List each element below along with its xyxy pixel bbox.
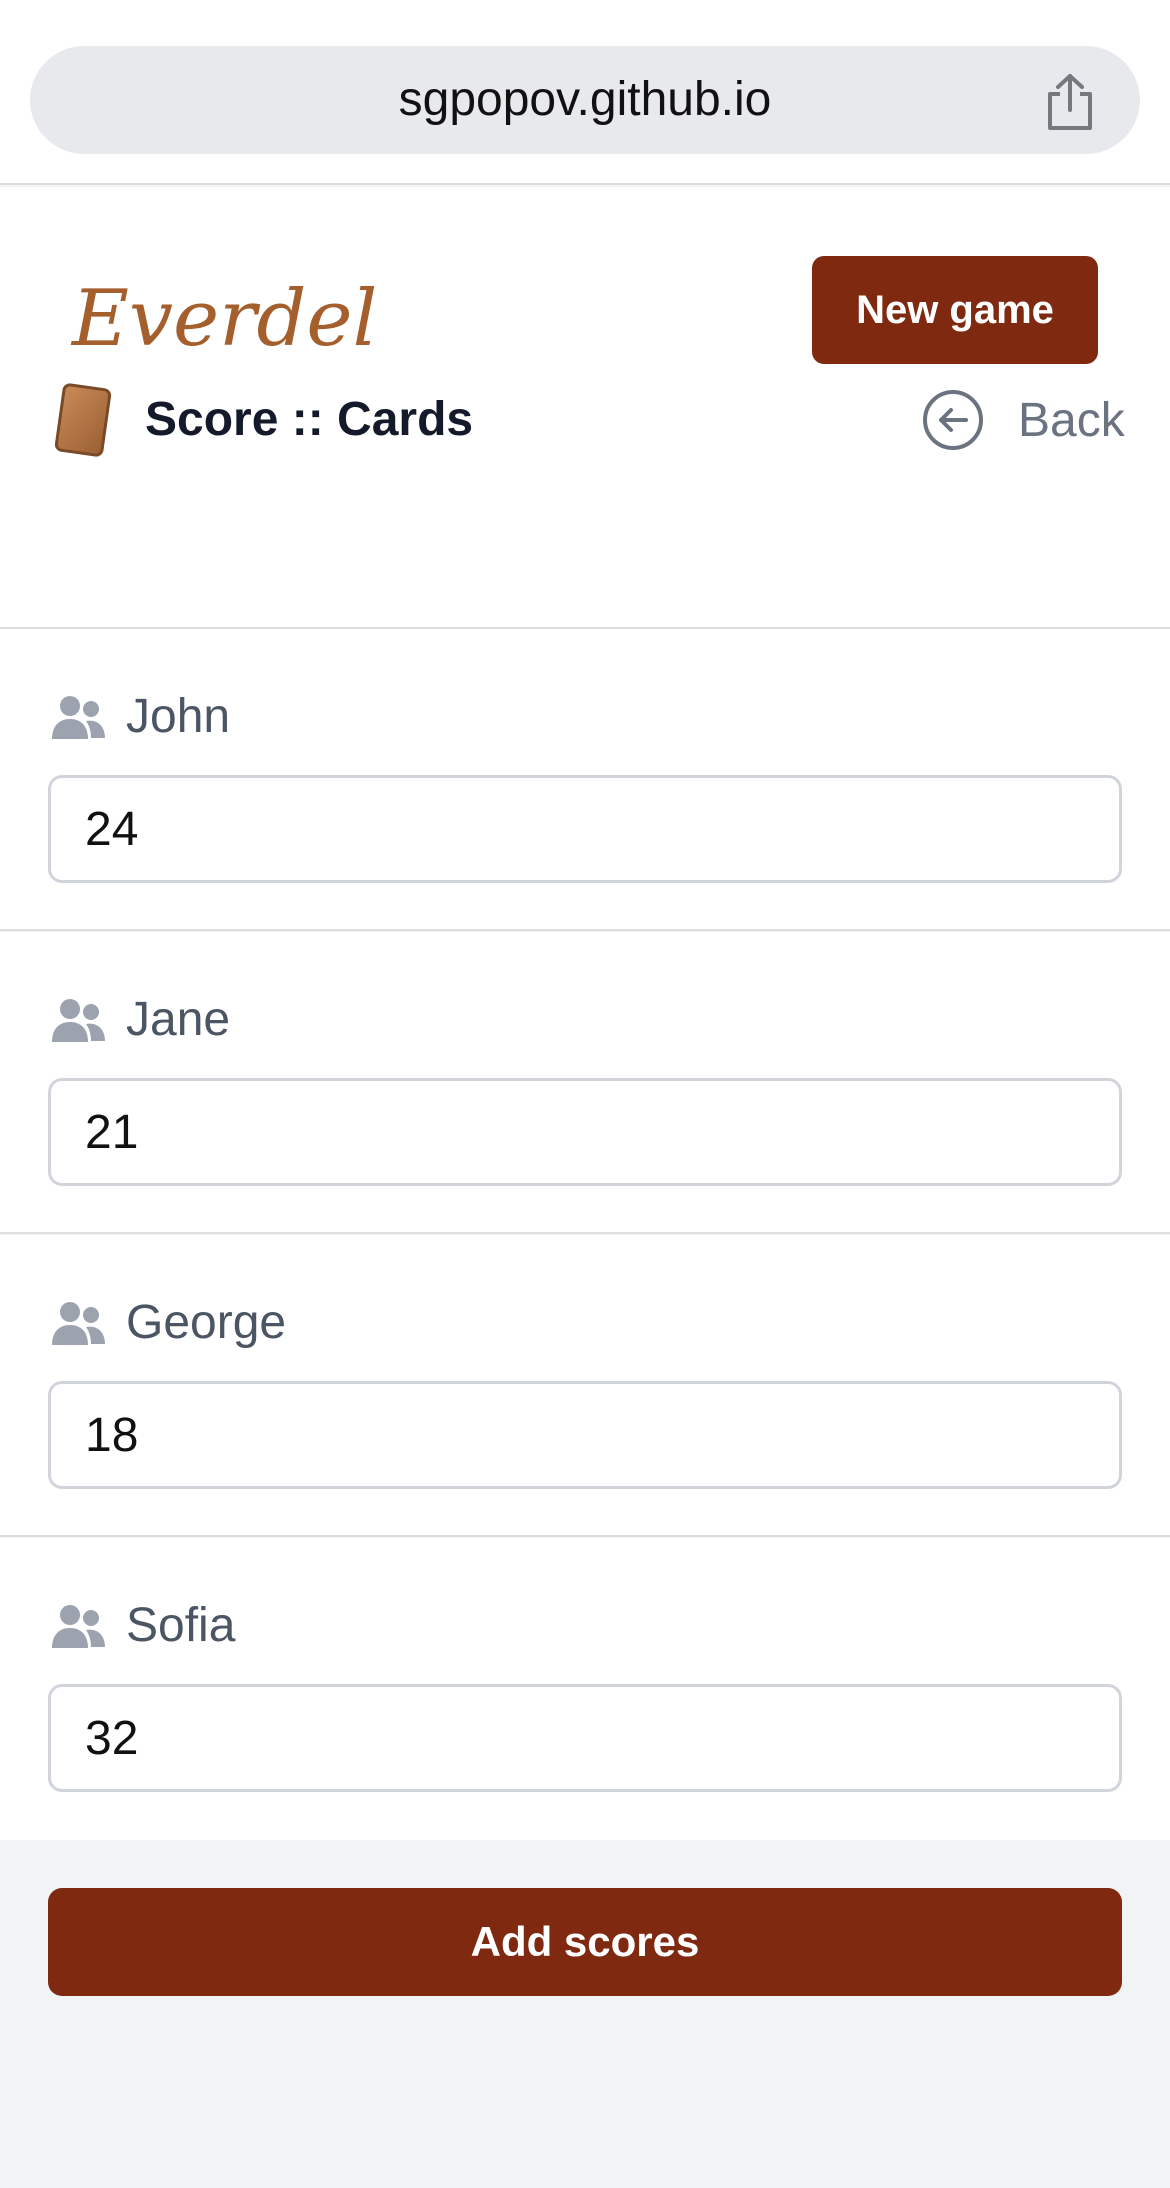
browser-toolbar: sgpopov.github.io — [0, 0, 1170, 185]
page-title: Score :: Cards — [145, 393, 474, 446]
add-scores-button[interactable]: Add scores — [48, 1888, 1122, 1996]
score-input-sofia[interactable] — [48, 1684, 1122, 1792]
users-icon — [52, 999, 105, 1042]
score-input-jane[interactable] — [48, 1078, 1122, 1186]
everdell-logo[interactable]: Everdell — [70, 257, 380, 377]
back-label[interactable]: Back — [1018, 393, 1125, 448]
player-name: Sofia — [126, 1599, 236, 1652]
address-bar[interactable]: sgpopov.github.io — [30, 46, 1140, 154]
app-header: Everdell New game Score :: Cards Back — [0, 187, 1170, 627]
share-icon[interactable] — [1042, 72, 1098, 132]
player-row-jane: Jane — [0, 932, 1170, 1234]
new-game-button[interactable]: New game — [812, 256, 1098, 364]
player-name: Jane — [126, 993, 231, 1046]
users-icon — [52, 696, 105, 739]
player-row-sofia: Sofia — [0, 1538, 1170, 1840]
score-input-george[interactable] — [48, 1381, 1122, 1489]
player-row-george: George — [0, 1235, 1170, 1537]
cards-icon — [54, 383, 112, 457]
users-icon — [52, 1605, 105, 1648]
player-name: John — [126, 690, 231, 743]
arrow-left-circle-icon — [923, 390, 983, 450]
svg-text:Everdell: Everdell — [70, 274, 380, 364]
player-name: George — [126, 1296, 287, 1349]
player-row-john: John — [0, 629, 1170, 931]
back-link[interactable]: Back — [922, 383, 1152, 457]
score-input-john[interactable] — [48, 775, 1122, 883]
users-icon — [52, 1302, 105, 1345]
url-text[interactable]: sgpopov.github.io — [30, 46, 1140, 154]
